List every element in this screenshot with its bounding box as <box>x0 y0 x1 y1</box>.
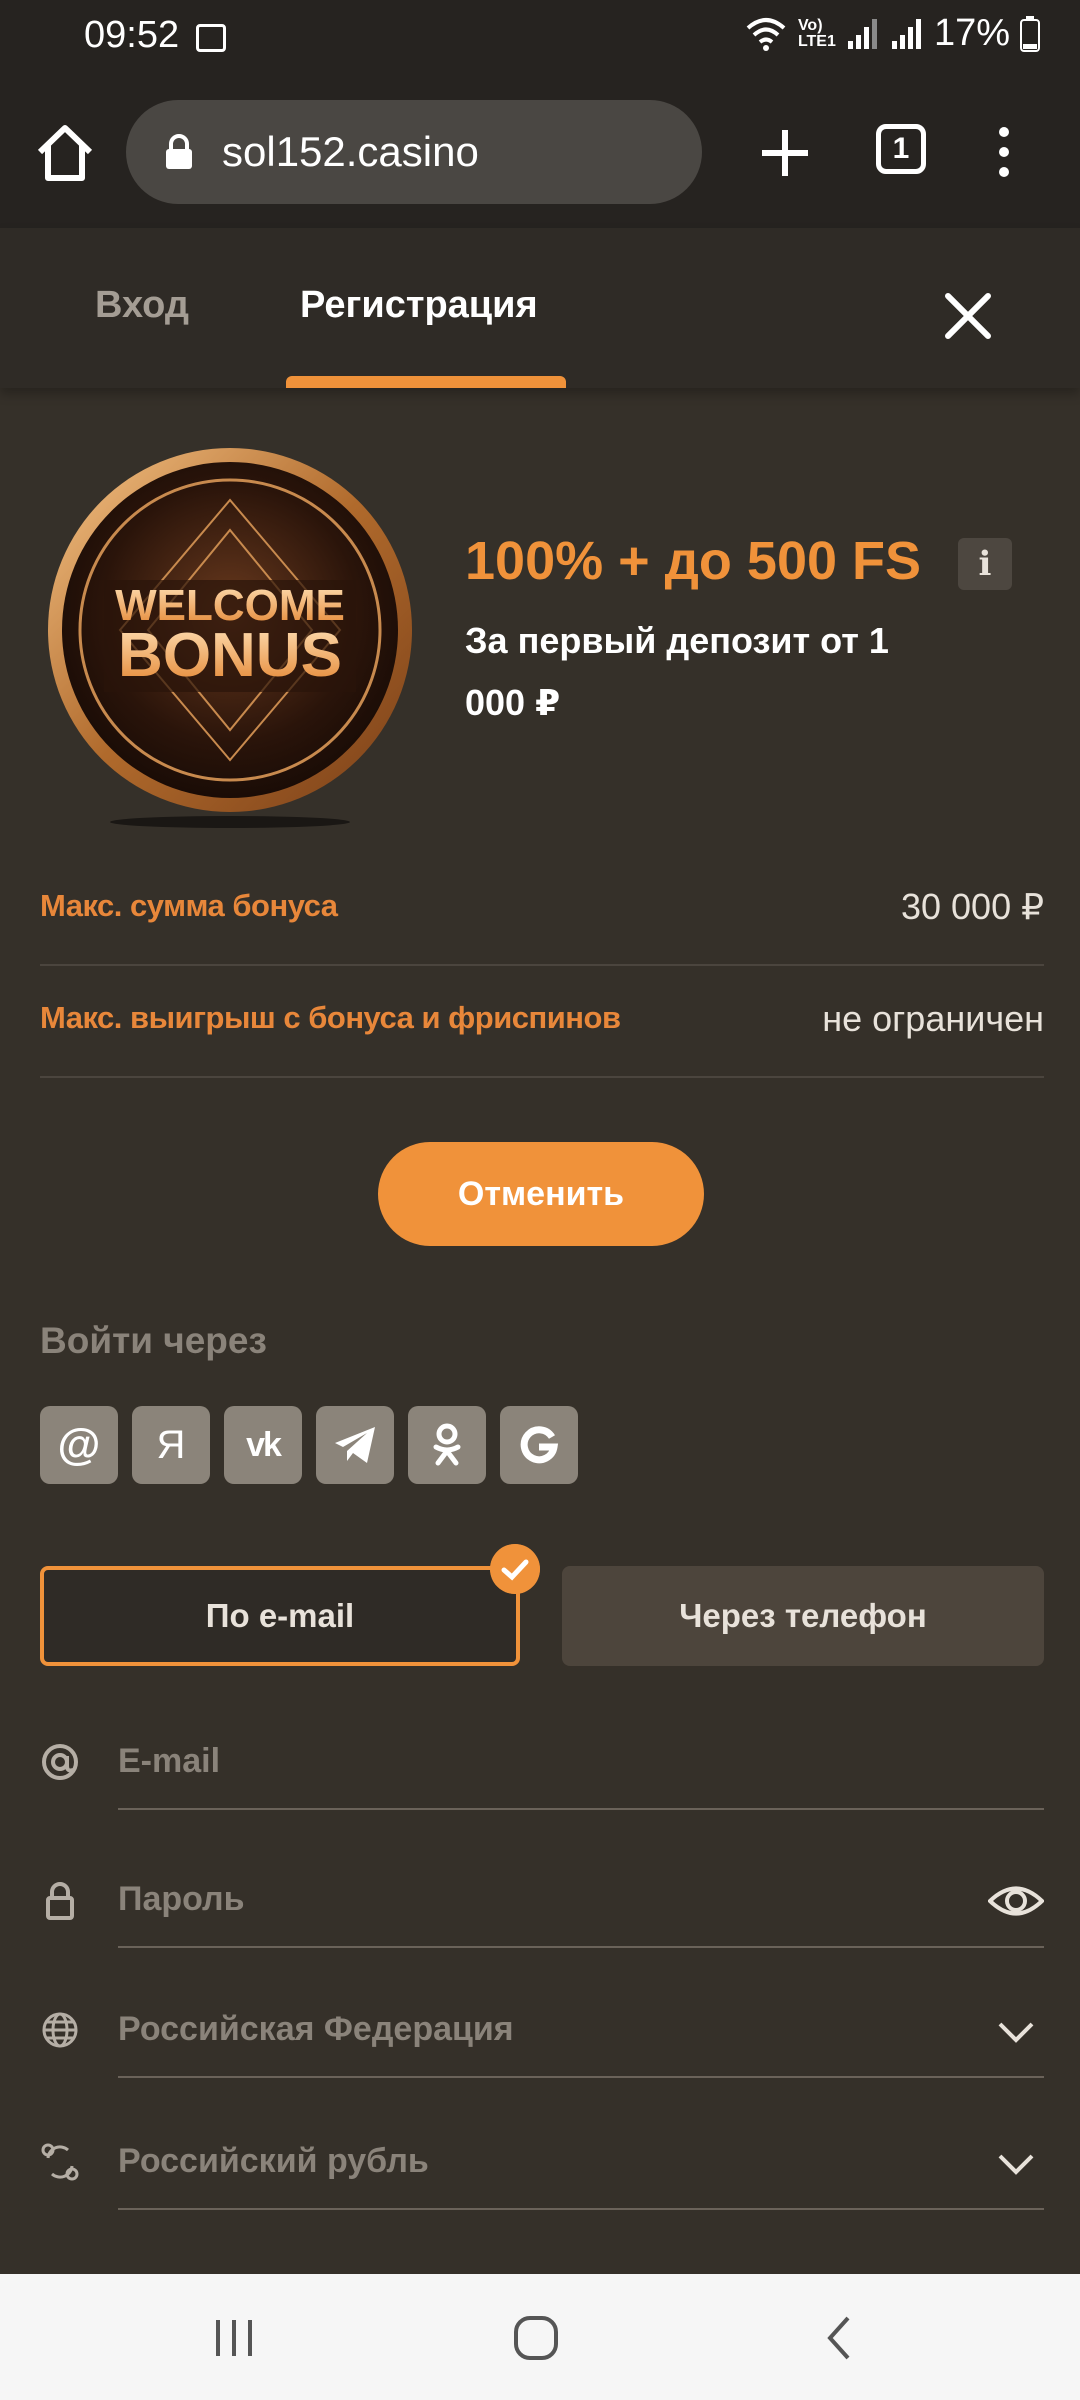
address-bar[interactable]: sol152.casino <box>126 100 702 204</box>
home-icon[interactable] <box>30 118 100 188</box>
detail-row-max-bonus: Макс. сумма бонуса 30 000 ₽ <box>40 852 1044 966</box>
detail-label: Макс. выигрыш с бонуса и фриспинов <box>40 1000 621 1035</box>
field-underline <box>118 2076 1044 2078</box>
field-underline <box>118 1808 1044 1810</box>
email-glyph: @ <box>57 1420 101 1469</box>
detail-value: 30 000 ₽ <box>900 886 1044 927</box>
yandex-glyph: Я <box>156 1422 186 1467</box>
active-tab-indicator <box>286 376 566 388</box>
mode-phone-button[interactable]: Через телефон <box>562 1566 1044 1666</box>
lock-icon <box>166 134 192 169</box>
vk-login-icon[interactable]: vk <box>224 1406 302 1484</box>
currency-icon <box>41 2143 79 2181</box>
tab-register[interactable]: Регистрация <box>300 284 538 327</box>
country-value: Российская Федерация <box>118 2010 514 2048</box>
signal-icon <box>891 18 921 49</box>
telegram-login-icon[interactable] <box>316 1406 394 1484</box>
auth-tabs: Вход Регистрация <box>0 228 1080 388</box>
status-icons: Vo) LTE1 17% <box>744 12 1040 55</box>
wifi-icon <box>746 17 786 51</box>
google-icon <box>520 1426 559 1464</box>
eye-icon[interactable] <box>988 1876 1044 1926</box>
odnoklassniki-icon <box>433 1423 461 1466</box>
status-time: 09:52 <box>84 14 180 56</box>
url-text: sol152.casino <box>222 128 479 175</box>
recent-apps-icon[interactable] <box>206 2310 262 2366</box>
tab-login[interactable]: Вход <box>95 284 189 327</box>
google-login-icon[interactable] <box>500 1406 578 1484</box>
mode-email-button[interactable]: По e-mail <box>40 1566 520 1666</box>
browser-toolbar: sol152.casino 1 <box>0 78 1080 228</box>
email-field[interactable]: E-mail <box>40 1720 1044 1810</box>
svg-text:BONUS: BONUS <box>118 621 342 690</box>
login-via-label: Войти через <box>40 1320 267 1361</box>
back-icon[interactable] <box>812 2310 868 2366</box>
more-menu-icon[interactable] <box>986 122 1022 182</box>
email-login-icon[interactable]: @ <box>40 1406 118 1484</box>
currency-value: Российский рубль <box>118 2142 429 2180</box>
image-icon <box>196 24 226 52</box>
close-icon[interactable] <box>938 286 998 346</box>
network-type: Vo) LTE1 <box>797 16 836 50</box>
signal-icon <box>847 18 877 49</box>
bonus-title: 100% + до 500 FS <box>465 531 922 591</box>
info-icon[interactable]: i <box>958 538 1012 590</box>
country-select[interactable]: Российская Федерация <box>40 1988 1044 2078</box>
cancel-button[interactable]: Отменить <box>378 1142 704 1246</box>
vk-glyph: vk <box>246 1425 282 1464</box>
detail-value: не ограничен <box>822 998 1044 1039</box>
field-underline <box>118 1946 1044 1948</box>
email-placeholder: E-mail <box>118 1742 221 1780</box>
globe-icon <box>42 2012 78 2048</box>
chevron-down-icon <box>998 2154 1034 2175</box>
home-nav-icon[interactable] <box>508 2310 564 2366</box>
telegram-icon <box>335 1427 375 1463</box>
currency-select[interactable]: Российский рубль <box>40 2120 1044 2210</box>
field-underline <box>118 2208 1044 2210</box>
system-nav-bar <box>0 2274 1080 2400</box>
status-bar: 09:52 Vo) LTE1 17% <box>0 0 1080 78</box>
welcome-bonus-image: WELCOME BONUS <box>48 448 412 828</box>
battery-icon <box>1020 15 1040 52</box>
detail-row-max-win: Макс. выигрыш с бонуса и фриспинов не ог… <box>40 964 1044 1078</box>
odnoklassniki-login-icon[interactable] <box>408 1406 486 1484</box>
password-placeholder: Пароль <box>118 1880 245 1918</box>
bonus-subtitle: За первый депозит от 1 000 ₽ <box>465 620 889 723</box>
tabs-icon[interactable]: 1 <box>876 124 926 174</box>
detail-label: Макс. сумма бонуса <box>40 888 338 923</box>
at-icon <box>42 1744 78 1780</box>
checkmark-icon <box>490 1544 540 1594</box>
new-tab-icon[interactable] <box>752 120 818 186</box>
lock-icon <box>46 1882 74 1920</box>
chevron-down-icon <box>998 2022 1034 2043</box>
yandex-login-icon[interactable]: Я <box>132 1406 210 1484</box>
password-field[interactable]: Пароль <box>40 1858 1044 1948</box>
battery-percent: 17% <box>933 12 1010 54</box>
